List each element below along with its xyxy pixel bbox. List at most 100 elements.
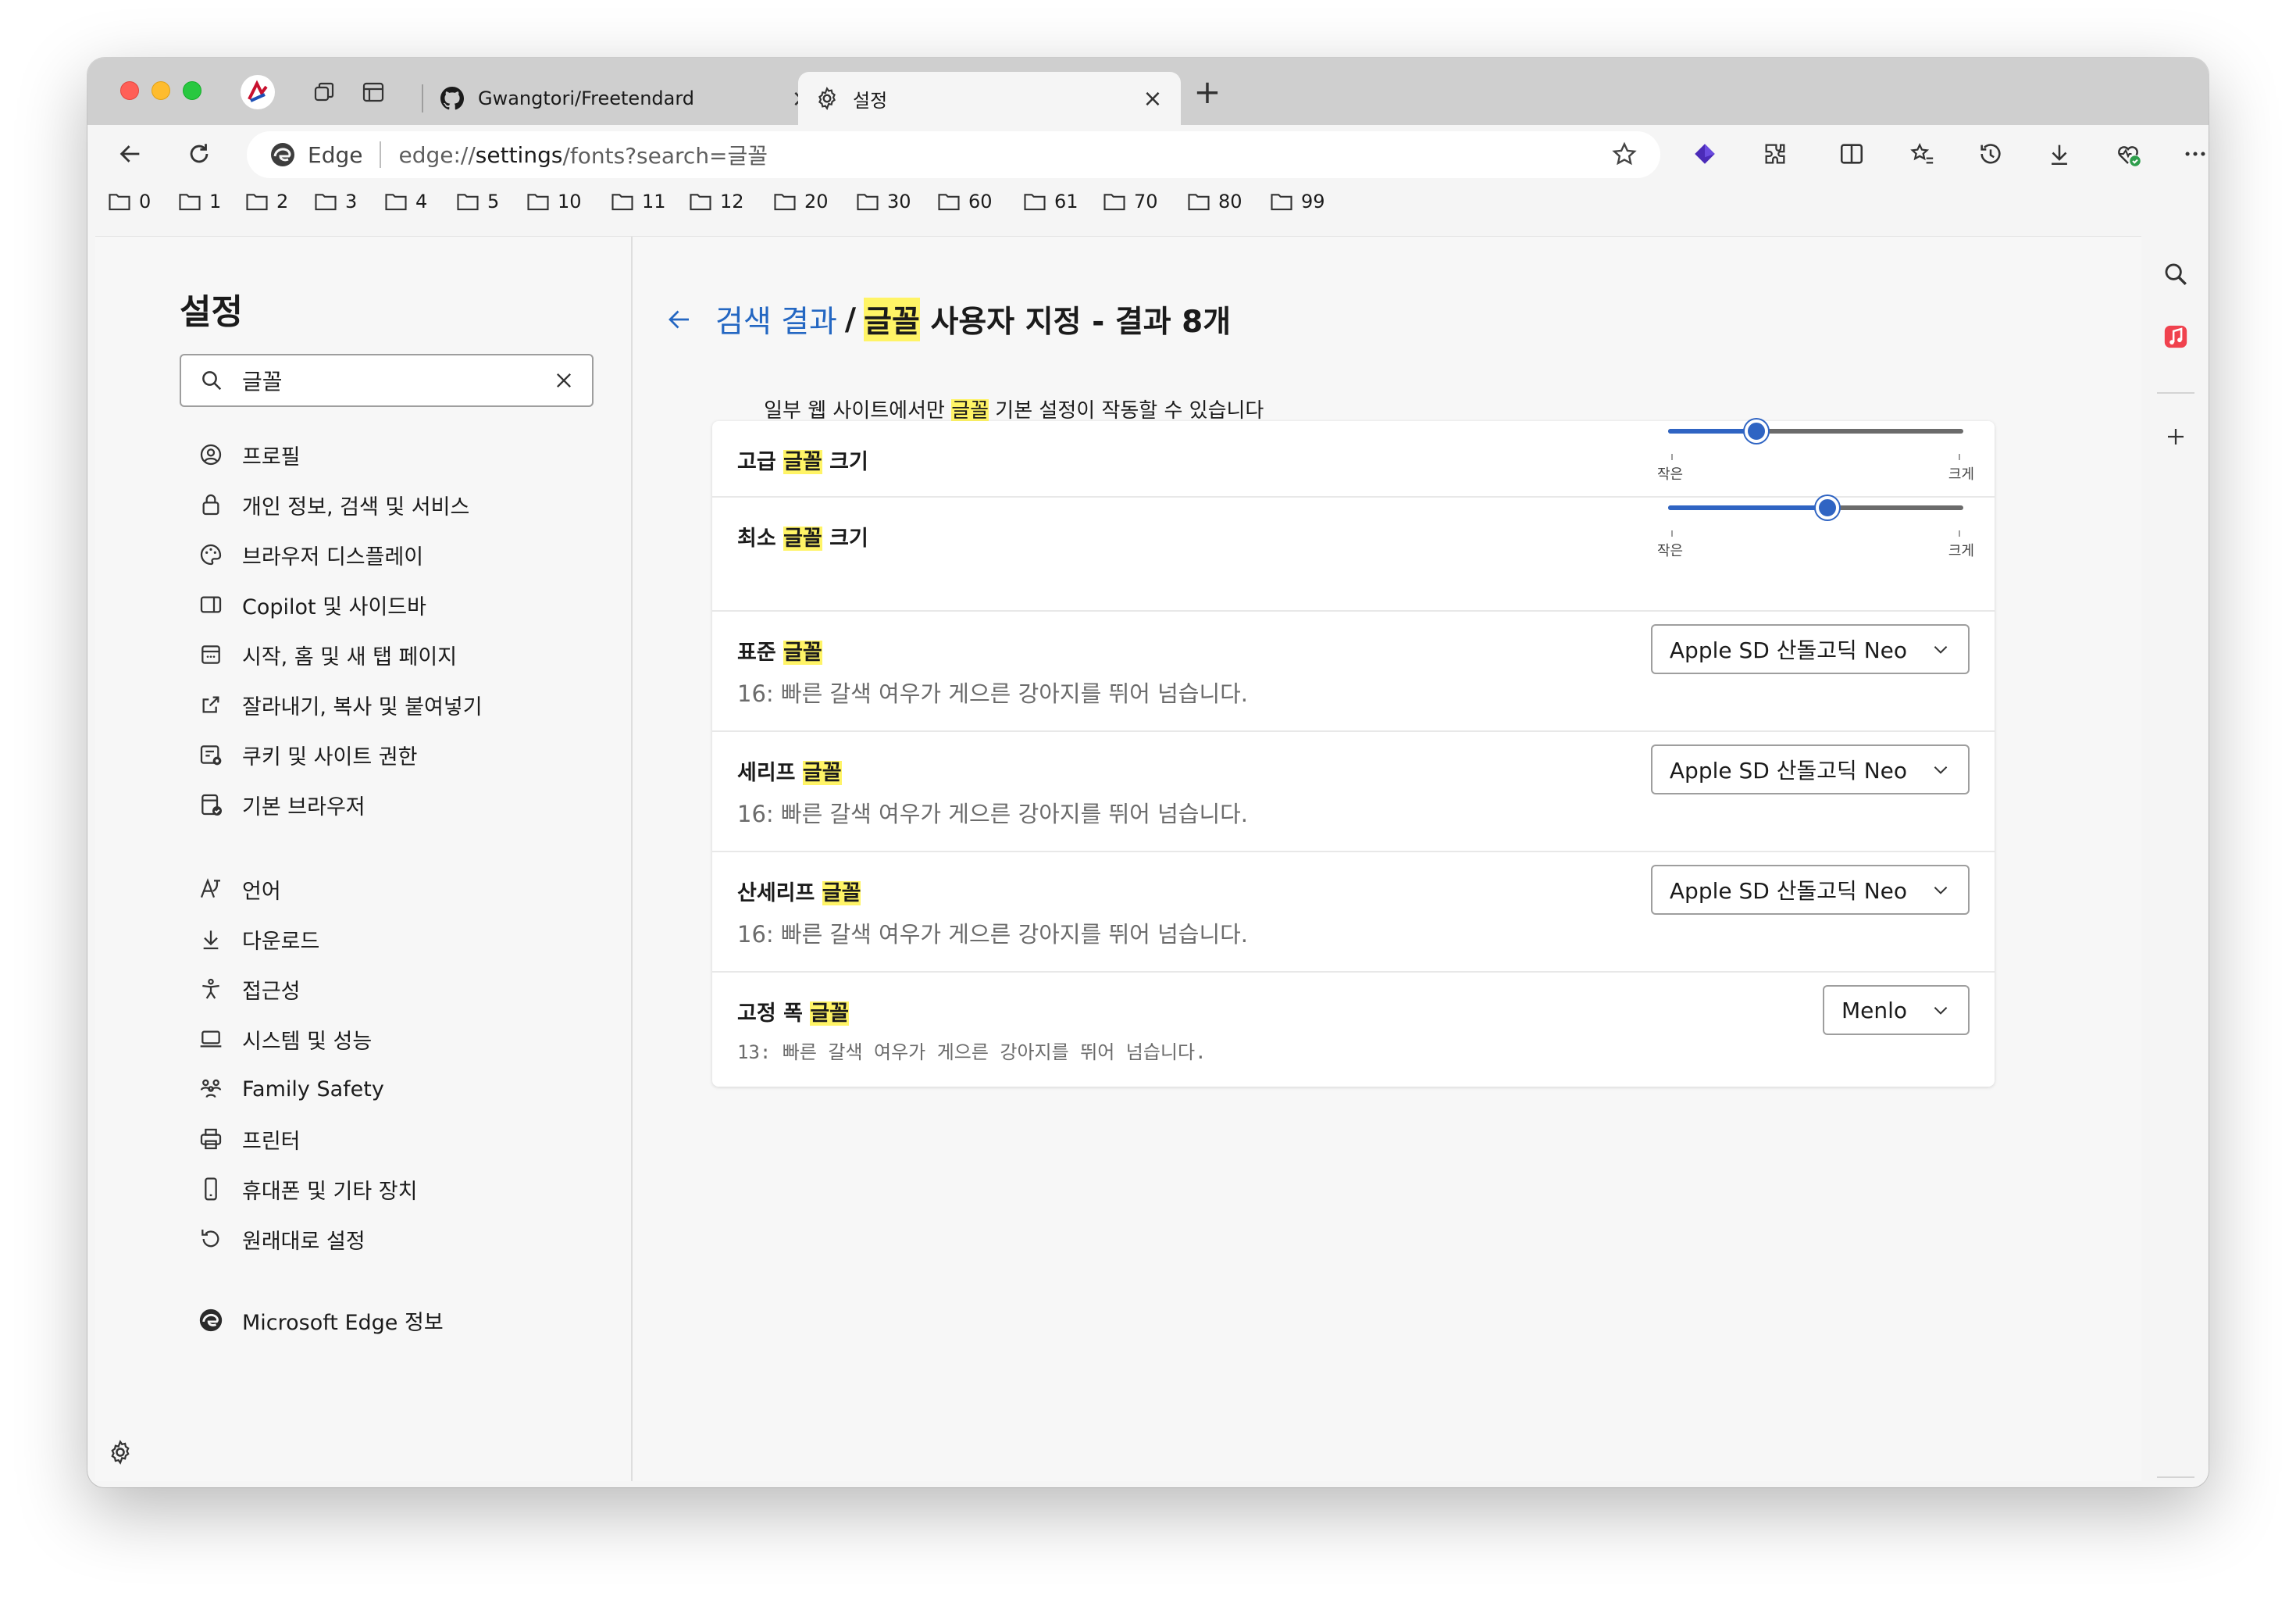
sidebar-item-sidebar[interactable]: Copilot 및 사이드바: [197, 585, 426, 624]
sidebar-item-start-page[interactable]: 시작, 홈 및 새 탭 페이지: [197, 635, 457, 674]
sidebar-item-phone[interactable]: 휴대폰 및 기타 장치: [197, 1169, 417, 1208]
label-text: 고정 폭: [737, 1001, 811, 1026]
subtitle-text-end: 기본 설정이 작동할 수 있습니다: [989, 399, 1264, 423]
favorite-folder[interactable]: 70: [1103, 191, 1158, 212]
extensions-icon[interactable]: [1757, 136, 1793, 172]
font-family-select[interactable]: Menlo: [1822, 985, 1970, 1035]
page-title: 검색 결과 / 글꼴 사용자 지정 - 결과 8개: [665, 298, 1231, 341]
gear-icon: [814, 85, 840, 112]
font-sample-text: 16: 빠른 갈색 여우가 게으른 강아지를 뛰어 넘습니다.: [737, 921, 1249, 948]
sidebar-item-default-browser[interactable]: 기본 브라우저: [197, 785, 365, 824]
refresh-button[interactable]: [181, 136, 217, 172]
sidebar-item-reset[interactable]: 원래대로 설정: [197, 1219, 365, 1258]
minimize-window-button[interactable]: [152, 81, 170, 100]
new-tab-button[interactable]: +: [1189, 76, 1226, 109]
workspaces-icon[interactable]: [311, 78, 339, 106]
extension-purple-icon[interactable]: [1687, 136, 1723, 172]
favorite-folder[interactable]: 60: [937, 191, 993, 212]
slider-thumb[interactable]: [1816, 496, 1840, 519]
font-size-slider[interactable]: 작은 크게: [1657, 419, 1974, 490]
font-family-label: 고정 폭 글꼴: [737, 996, 850, 1026]
sidebar-item-label: 접근성: [242, 979, 301, 1004]
favorite-folder[interactable]: 11: [611, 191, 666, 212]
sidebar-item-edge-logo[interactable]: Microsoft Edge 정보: [197, 1301, 444, 1340]
tab-title: 설정: [853, 89, 888, 112]
min-font-size-label: 최소 글꼴 크기: [737, 521, 868, 552]
sidebar-item-family[interactable]: Family Safety: [197, 1069, 384, 1109]
min-font-size-slider[interactable]: 작은 크게: [1657, 496, 1974, 566]
favorite-folder-label: 99: [1301, 191, 1325, 212]
close-window-button[interactable]: [120, 81, 139, 100]
add-sidebar-app-icon[interactable]: [2158, 419, 2194, 455]
sidebar-item-accessibility[interactable]: 접근성: [197, 969, 301, 1009]
sidebar-settings-icon[interactable]: [102, 1434, 138, 1470]
favorite-folder-label: 11: [642, 191, 666, 212]
address-bar[interactable]: Edge edge:// settings /fonts?search=글꼴: [247, 131, 1660, 178]
maximize-window-button[interactable]: [183, 81, 201, 100]
folder-icon: [1024, 194, 1046, 211]
label-highlight: 글꼴: [783, 527, 822, 551]
sidebar-item-share[interactable]: 잘라내기, 복사 및 붙여넣기: [197, 685, 483, 724]
sidebar-item-printer[interactable]: 프린터: [197, 1119, 301, 1159]
url-path: /fonts?search=글꼴: [562, 143, 768, 169]
sidebar-item-language[interactable]: 언어: [197, 869, 281, 909]
music-app-icon[interactable]: [2158, 319, 2194, 355]
tab-settings[interactable]: 설정 ×: [798, 72, 1181, 125]
favorite-folder[interactable]: 5: [456, 191, 499, 212]
favorite-folder[interactable]: 61: [1023, 191, 1078, 212]
font-family-select[interactable]: Apple SD 산돌고딕 Neo: [1650, 744, 1970, 794]
font-settings-card: 고급 글꼴 크기 작은 크게 최소 글꼴 크기 작은 크게 표준 글꼴 16: …: [712, 419, 1995, 1087]
sidebar-search-icon[interactable]: [2158, 256, 2194, 292]
profile-avatar[interactable]: [241, 75, 275, 109]
font-family-select[interactable]: Apple SD 산돌고딕 Neo: [1650, 865, 1970, 915]
favorite-folder[interactable]: 80: [1187, 191, 1242, 212]
favorite-folder[interactable]: 12: [689, 191, 744, 212]
slider-thumb[interactable]: [1745, 419, 1769, 443]
reset-icon: [197, 1225, 225, 1253]
sidebar-item-label: 기본 브라우저: [242, 794, 365, 819]
label-text: 최소: [737, 527, 784, 551]
favorite-folder[interactable]: 99: [1270, 191, 1325, 212]
favorite-folder[interactable]: 0: [108, 191, 151, 212]
favorite-folder[interactable]: 4: [384, 191, 427, 212]
favorite-folder[interactable]: 2: [245, 191, 288, 212]
split-screen-icon[interactable]: [1834, 136, 1870, 172]
sidebar-item-lock[interactable]: 개인 정보, 검색 및 서비스: [197, 485, 469, 524]
site-permissions-icon: [197, 741, 225, 769]
favorites-icon[interactable]: [1904, 136, 1940, 172]
more-menu-icon[interactable]: [2177, 136, 2209, 172]
favorite-folder[interactable]: 20: [773, 191, 829, 212]
arrow-left-icon: [119, 145, 140, 162]
folder-icon: [1271, 194, 1292, 211]
laptop-icon: [197, 1025, 225, 1053]
history-icon[interactable]: [1973, 136, 2009, 172]
font-family-select[interactable]: Apple SD 산돌고딕 Neo: [1650, 624, 1970, 674]
favorite-folder[interactable]: 3: [314, 191, 357, 212]
downloads-icon[interactable]: [2041, 136, 2077, 172]
sidebar-item-label: Family Safety: [242, 1076, 384, 1101]
sidebar-item-site-permissions[interactable]: 쿠키 및 사이트 권한: [197, 735, 417, 774]
settings-search-input[interactable]: 글꼴: [180, 354, 594, 407]
vertical-tabs-icon[interactable]: [359, 78, 387, 106]
edge-logo-icon: [197, 1306, 225, 1334]
sidebar-item-label: 언어: [242, 879, 281, 904]
sidebar-item-palette[interactable]: 브라우저 디스플레이: [197, 535, 423, 574]
favorite-folder[interactable]: 1: [178, 191, 221, 212]
folder-icon: [527, 194, 549, 211]
sidebar-item-download[interactable]: 다운로드: [197, 919, 319, 959]
close-tab-icon[interactable]: ×: [1140, 85, 1165, 112]
favorite-folder-label: 30: [887, 191, 911, 212]
folder-icon: [774, 194, 796, 211]
favorite-star-icon[interactable]: [1610, 141, 1638, 174]
favorite-folder[interactable]: 10: [526, 191, 582, 212]
browser-essentials-icon[interactable]: [2110, 136, 2146, 172]
sidebar-item-laptop[interactable]: 시스템 및 성능: [197, 1019, 372, 1059]
breadcrumb-search-results[interactable]: 검색 결과: [715, 298, 837, 341]
download-icon: [197, 925, 225, 953]
back-button[interactable]: [112, 136, 148, 172]
favorite-folder[interactable]: 30: [856, 191, 911, 212]
clear-search-icon[interactable]: [548, 370, 579, 391]
font-sample-text: 16: 빠른 갈색 여우가 게으른 강아지를 뛰어 넘습니다.: [737, 680, 1249, 707]
sidebar-item-profile[interactable]: 프로필: [197, 435, 301, 474]
back-arrow-icon[interactable]: [665, 304, 697, 335]
